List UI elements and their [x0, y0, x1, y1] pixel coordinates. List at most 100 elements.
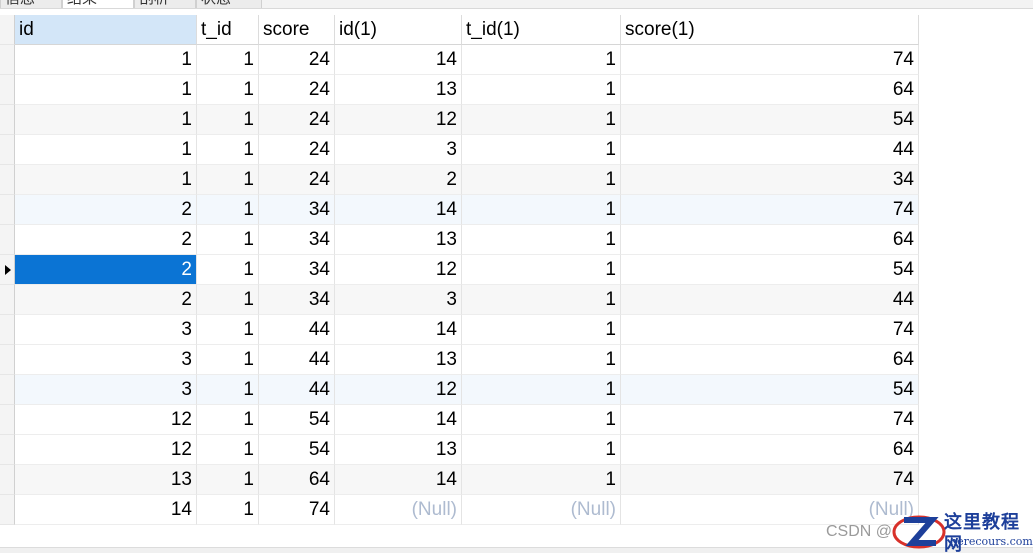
table-cell-id[interactable]: 1	[15, 135, 197, 165]
row-selector[interactable]	[0, 75, 15, 105]
table-cell-score-1[interactable]: 54	[621, 105, 919, 135]
table-cell-score[interactable]: 74	[259, 495, 335, 525]
column-header-score-1[interactable]: score(1)	[621, 15, 919, 45]
table-cell-id[interactable]: 3	[15, 345, 197, 375]
table-cell-t-id-1[interactable]: 1	[462, 345, 621, 375]
table-cell-t-id[interactable]: 1	[197, 375, 259, 405]
table-cell-score[interactable]: 54	[259, 435, 335, 465]
table-row[interactable]: 12 1 54 13 1 64	[0, 435, 920, 465]
row-selector[interactable]	[0, 135, 15, 165]
table-cell-id[interactable]: 12	[15, 435, 197, 465]
table-cell-score-1[interactable]: 44	[621, 285, 919, 315]
table-cell-id[interactable]: 13	[15, 465, 197, 495]
table-cell-t-id[interactable]: 1	[197, 225, 259, 255]
row-selector[interactable]	[0, 315, 15, 345]
table-row[interactable]: 3 1 44 13 1 64	[0, 345, 920, 375]
table-cell-t-id[interactable]: 1	[197, 165, 259, 195]
tab-status[interactable]: 状态	[196, 0, 262, 8]
table-cell-t-id[interactable]: 1	[197, 255, 259, 285]
table-row[interactable]: 13 1 64 14 1 74	[0, 465, 920, 495]
column-header-t-id[interactable]: t_id	[197, 15, 259, 45]
tab-result[interactable]: 结果	[62, 0, 134, 8]
column-header-t-id-1[interactable]: t_id(1)	[462, 15, 621, 45]
table-cell-score-1[interactable]: 74	[621, 195, 919, 225]
table-cell-id[interactable]: 2	[15, 195, 197, 225]
table-cell-id-1[interactable]: 14	[335, 195, 462, 225]
table-cell-t-id-1[interactable]: 1	[462, 285, 621, 315]
table-cell-score-1[interactable]: 54	[621, 255, 919, 285]
table-cell-t-id[interactable]: 1	[197, 285, 259, 315]
table-cell-score[interactable]: 24	[259, 45, 335, 75]
table-cell-t-id[interactable]: 1	[197, 105, 259, 135]
table-cell-t-id-1[interactable]: 1	[462, 135, 621, 165]
table-cell-t-id-1[interactable]: 1	[462, 405, 621, 435]
column-header-score[interactable]: score	[259, 15, 335, 45]
table-cell-t-id[interactable]: 1	[197, 495, 259, 525]
table-cell-t-id-1[interactable]: 1	[462, 465, 621, 495]
table-cell-t-id-1[interactable]: 1	[462, 315, 621, 345]
table-cell-t-id-1[interactable]: 1	[462, 435, 621, 465]
row-selector[interactable]	[0, 225, 15, 255]
table-cell-t-id-1[interactable]: 1	[462, 225, 621, 255]
table-cell-id-1[interactable]: 2	[335, 165, 462, 195]
row-selector[interactable]	[0, 165, 15, 195]
table-cell-id[interactable]: 3	[15, 315, 197, 345]
table-cell-score-1[interactable]: 74	[621, 465, 919, 495]
table-cell-score-1[interactable]: 64	[621, 225, 919, 255]
table-row[interactable]: 2 1 34 13 1 64	[0, 225, 920, 255]
table-cell-score[interactable]: 44	[259, 345, 335, 375]
table-cell-id-1[interactable]: 14	[335, 315, 462, 345]
table-cell-id[interactable]: 1	[15, 45, 197, 75]
table-cell-score[interactable]: 64	[259, 465, 335, 495]
table-cell-id[interactable]: 1	[15, 75, 197, 105]
table-cell-t-id-1[interactable]: 1	[462, 195, 621, 225]
table-cell-t-id[interactable]: 1	[197, 405, 259, 435]
table-cell-t-id-1[interactable]: 1	[462, 255, 621, 285]
table-cell-score-1[interactable]: 54	[621, 375, 919, 405]
table-cell-score[interactable]: 34	[259, 195, 335, 225]
table-row[interactable]: 1 1 24 12 1 54	[0, 105, 920, 135]
table-cell-id[interactable]: 1	[15, 105, 197, 135]
table-cell-id[interactable]: 1	[15, 165, 197, 195]
table-cell-t-id-1[interactable]: 1	[462, 75, 621, 105]
table-row[interactable]: 3 1 44 12 1 54	[0, 375, 920, 405]
table-cell-id[interactable]: 14	[15, 495, 197, 525]
table-cell-t-id-1[interactable]: 1	[462, 105, 621, 135]
table-row[interactable]: 1 1 24 13 1 64	[0, 75, 920, 105]
table-cell-score-1[interactable]: 34	[621, 165, 919, 195]
table-cell-score[interactable]: 24	[259, 165, 335, 195]
table-row[interactable]: 14 1 74 (Null) (Null) (Null)	[0, 495, 920, 525]
table-cell-score[interactable]: 34	[259, 255, 335, 285]
table-cell-t-id[interactable]: 1	[197, 45, 259, 75]
table-cell-score[interactable]: 34	[259, 285, 335, 315]
table-cell-score-1[interactable]: 64	[621, 435, 919, 465]
table-cell-t-id-1[interactable]: 1	[462, 375, 621, 405]
table-cell-t-id-1[interactable]: 1	[462, 165, 621, 195]
column-header-id[interactable]: id	[15, 15, 197, 45]
row-selector[interactable]	[0, 435, 15, 465]
table-row[interactable]: 2 1 34 14 1 74	[0, 195, 920, 225]
table-cell-t-id[interactable]: 1	[197, 315, 259, 345]
table-cell-id-1[interactable]: 14	[335, 465, 462, 495]
table-row[interactable]: 1 1 24 14 1 74	[0, 45, 920, 75]
table-cell-id[interactable]: 2	[15, 225, 197, 255]
table-cell-id-1[interactable]: 13	[335, 225, 462, 255]
row-selector[interactable]	[0, 255, 15, 285]
table-cell-score[interactable]: 44	[259, 375, 335, 405]
table-cell-id-1[interactable]: 13	[335, 345, 462, 375]
tab-info[interactable]: 信息	[0, 0, 62, 8]
table-cell-id-1[interactable]: 12	[335, 105, 462, 135]
table-cell-t-id[interactable]: 1	[197, 135, 259, 165]
table-cell-id-1[interactable]: 14	[335, 405, 462, 435]
tab-profile[interactable]: 剖析	[134, 0, 196, 8]
table-cell-id-1[interactable]: 14	[335, 45, 462, 75]
table-cell-id[interactable]: 2	[15, 255, 197, 285]
table-cell-id-1[interactable]: 12	[335, 375, 462, 405]
table-cell-t-id[interactable]: 1	[197, 435, 259, 465]
table-cell-score[interactable]: 34	[259, 225, 335, 255]
table-cell-score[interactable]: 54	[259, 405, 335, 435]
table-cell-score-1[interactable]: 64	[621, 75, 919, 105]
table-row[interactable]: 2 1 34 12 1 54	[0, 255, 920, 285]
table-cell-t-id[interactable]: 1	[197, 195, 259, 225]
row-selector[interactable]	[0, 495, 15, 525]
